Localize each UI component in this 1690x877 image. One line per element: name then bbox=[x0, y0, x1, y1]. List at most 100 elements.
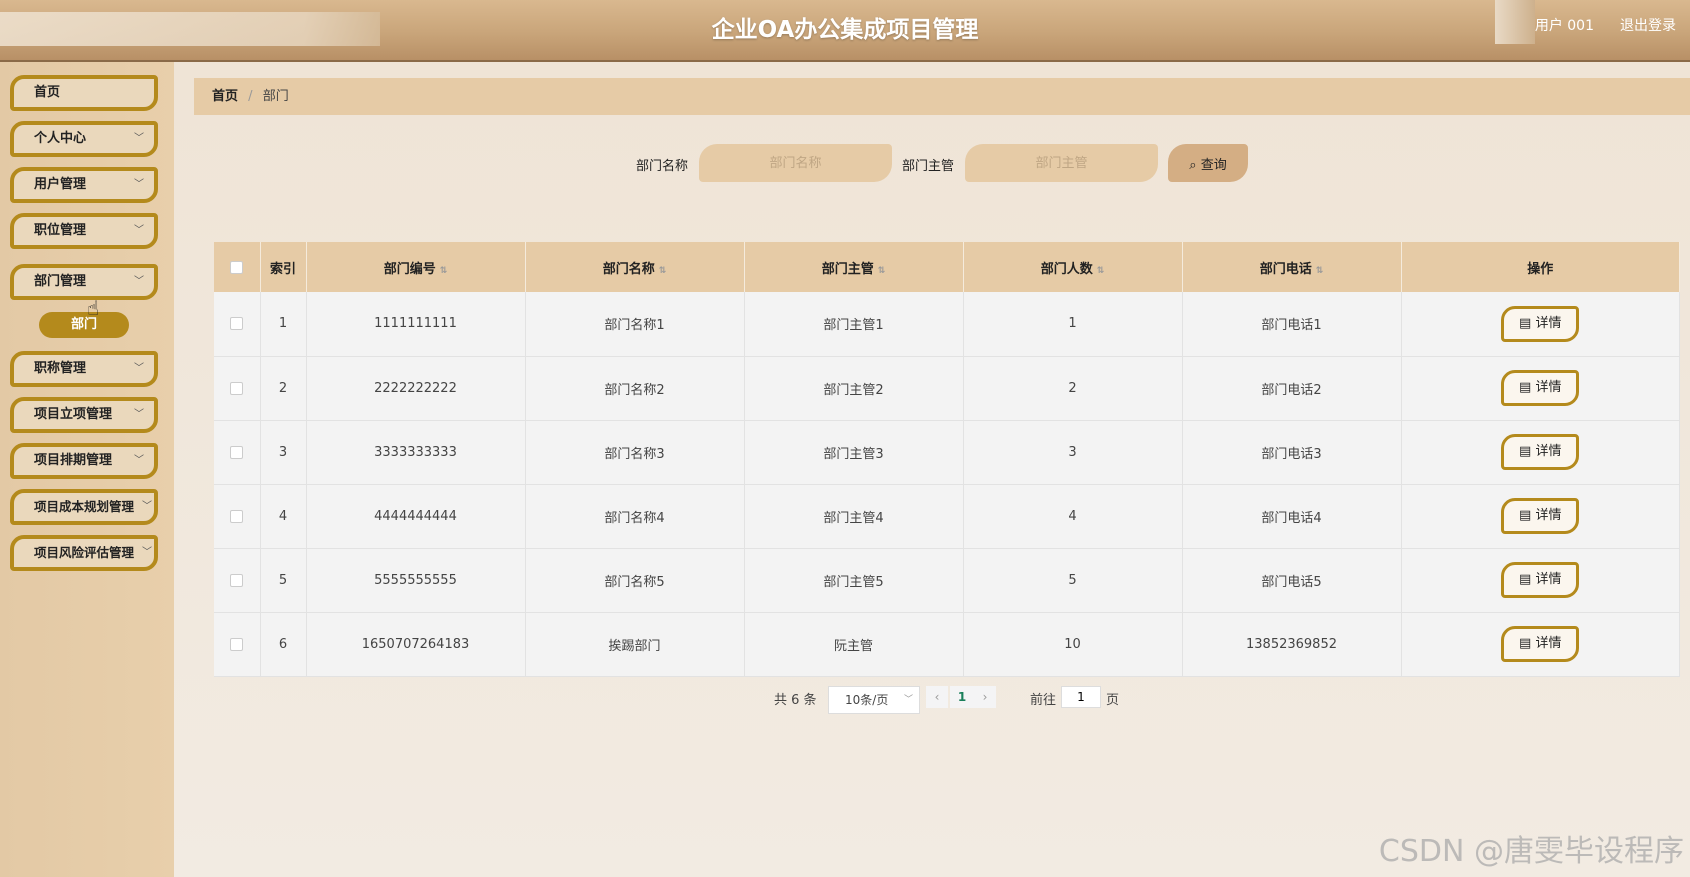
cell-manager: 部门主管2 bbox=[744, 356, 964, 421]
sidebar-item-user-management[interactable]: 用户管理 ﹀ bbox=[10, 167, 158, 203]
sidebar-item-project-scheduling[interactable]: 项目排期管理 ﹀ bbox=[10, 443, 158, 479]
sidebar-subitem-department[interactable]: 部门 bbox=[39, 312, 129, 338]
row-select-cell bbox=[214, 612, 261, 677]
top-header: 企业OA办公集成项目管理 用户 001 退出登录 bbox=[0, 0, 1690, 62]
cell-code: 2222222222 bbox=[306, 356, 526, 421]
prev-page-button[interactable]: ‹ bbox=[926, 686, 948, 708]
table-header-row: 索引 部门编号 ⇅ 部门名称 ⇅ 部门主管 ⇅ 部门人数 ⇅ 部门电话 ⇅ 操作 bbox=[214, 242, 1680, 292]
pointer-hand-icon: ☝ bbox=[87, 296, 100, 320]
select-all-checkbox[interactable] bbox=[230, 260, 244, 274]
sidebar-item-label: 首页 bbox=[34, 85, 61, 100]
row-checkbox[interactable] bbox=[230, 509, 244, 523]
cell-count: 2 bbox=[963, 356, 1183, 421]
row-checkbox[interactable] bbox=[230, 317, 244, 331]
sidebar-item-project-cost[interactable]: 项目成本规划管理 ﹀ bbox=[10, 489, 158, 525]
cell-phone: 部门电话4 bbox=[1182, 484, 1402, 549]
detail-button[interactable]: ▤ 详情 bbox=[1501, 434, 1580, 470]
cell-actions: ▤ 详情 bbox=[1401, 548, 1680, 613]
cell-name: 挨踢部门 bbox=[525, 612, 745, 677]
chevron-down-icon: ﹀ bbox=[903, 695, 913, 705]
watermark: CSDN @唐雯毕设程序 bbox=[1378, 834, 1684, 869]
table-row: 2 2222222222 部门名称2 部门主管2 2 部门电话2 ▤ 详情 bbox=[214, 356, 1680, 421]
table-row: 1 1111111111 部门名称1 部门主管1 1 部门电话1 ▤ 详情 bbox=[214, 292, 1680, 357]
sidebar-item-position-management[interactable]: 职位管理 ﹀ bbox=[10, 213, 158, 249]
sidebar-item-label: 用户管理 bbox=[34, 177, 87, 192]
chevron-down-icon: ﹀ bbox=[134, 133, 144, 144]
page-number-1[interactable]: 1 bbox=[950, 686, 974, 708]
cell-manager: 部门主管1 bbox=[744, 292, 964, 357]
sidebar: 首页 个人中心 ﹀ 用户管理 ﹀ 职位管理 ﹀ 部门管理 ﹀ 部门 职称管理 ﹀… bbox=[0, 62, 174, 877]
current-user: 用户 001 bbox=[1534, 18, 1594, 34]
row-checkbox[interactable] bbox=[230, 573, 244, 587]
department-table: 索引 部门编号 ⇅ 部门名称 ⇅ 部门主管 ⇅ 部门人数 ⇅ 部门电话 ⇅ 操作 1 1 1… bbox=[214, 242, 1680, 677]
sidebar-item-title-management[interactable]: 职称管理 ﹀ bbox=[10, 351, 158, 387]
cell-name: 部门名称2 bbox=[525, 356, 745, 421]
app-title: 企业OA办公集成项目管理 bbox=[711, 17, 979, 43]
chevron-down-icon: ﹀ bbox=[142, 547, 152, 558]
table-row: 6 1650707264183 挨踢部门 阮主管 10 13852369852 … bbox=[214, 612, 1680, 677]
table-row: 5 5555555555 部门名称5 部门主管5 5 部门电话5 ▤ 详情 bbox=[214, 548, 1680, 613]
cell-phone: 部门电话2 bbox=[1182, 356, 1402, 421]
detail-button[interactable]: ▤ 详情 bbox=[1501, 370, 1580, 406]
column-header-phone[interactable]: 部门电话 ⇅ bbox=[1182, 242, 1402, 292]
logout-link[interactable]: 退出登录 bbox=[1620, 15, 1676, 35]
column-header-manager[interactable]: 部门主管 ⇅ bbox=[744, 242, 964, 292]
row-select-cell bbox=[214, 484, 261, 549]
cell-index: 3 bbox=[260, 420, 307, 485]
pagination-total: 共 6 条 bbox=[774, 693, 817, 708]
sidebar-item-label: 职位管理 bbox=[34, 223, 87, 238]
document-icon: ▤ bbox=[1519, 572, 1536, 587]
cell-count: 10 bbox=[963, 612, 1183, 677]
row-checkbox[interactable] bbox=[230, 445, 244, 459]
page-size-select[interactable]: 10条/页 ﹀ bbox=[828, 686, 920, 714]
sidebar-item-department-management[interactable]: 部门管理 ﹀ bbox=[10, 264, 158, 300]
column-header-count[interactable]: 部门人数 ⇅ bbox=[963, 242, 1183, 292]
sidebar-item-label: 项目排期管理 bbox=[34, 453, 113, 468]
cell-code: 4444444444 bbox=[306, 484, 526, 549]
search-button[interactable]: ⌕ 查询 bbox=[1168, 144, 1248, 182]
detail-button[interactable]: ▤ 详情 bbox=[1501, 498, 1580, 534]
cell-code: 5555555555 bbox=[306, 548, 526, 613]
detail-button[interactable]: ▤ 详情 bbox=[1501, 562, 1580, 598]
chevron-down-icon: ﹀ bbox=[134, 225, 144, 236]
cell-code: 3333333333 bbox=[306, 420, 526, 485]
column-header-code[interactable]: 部门编号 ⇅ bbox=[306, 242, 526, 292]
goto-page-input[interactable] bbox=[1061, 686, 1101, 708]
cell-index: 1 bbox=[260, 292, 307, 357]
cell-count: 1 bbox=[963, 292, 1183, 357]
sidebar-item-label: 项目立项管理 bbox=[34, 407, 113, 422]
cell-actions: ▤ 详情 bbox=[1401, 612, 1680, 677]
column-header-actions: 操作 bbox=[1401, 242, 1680, 292]
detail-button[interactable]: ▤ 详情 bbox=[1501, 626, 1580, 662]
document-icon: ▤ bbox=[1519, 508, 1536, 523]
sort-icon[interactable]: ⇅ bbox=[1097, 266, 1105, 276]
sidebar-item-project-initiation[interactable]: 项目立项管理 ﹀ bbox=[10, 397, 158, 433]
sort-icon[interactable]: ⇅ bbox=[878, 266, 886, 276]
sidebar-item-home[interactable]: 首页 bbox=[10, 75, 158, 111]
cell-index: 6 bbox=[260, 612, 307, 677]
cell-count: 3 bbox=[963, 420, 1183, 485]
department-manager-input[interactable] bbox=[965, 144, 1158, 182]
sort-icon[interactable]: ⇅ bbox=[1316, 266, 1324, 276]
detail-button[interactable]: ▤ 详情 bbox=[1501, 305, 1580, 342]
sort-icon[interactable]: ⇅ bbox=[659, 266, 667, 276]
department-name-input[interactable] bbox=[699, 144, 892, 182]
next-page-button[interactable]: › bbox=[974, 686, 996, 708]
sidebar-item-personal-center[interactable]: 个人中心 ﹀ bbox=[10, 121, 158, 157]
sidebar-item-label: 个人中心 bbox=[34, 131, 87, 146]
chevron-down-icon: ﹀ bbox=[142, 501, 152, 512]
cell-actions: ▤ 详情 bbox=[1401, 356, 1680, 421]
sort-icon[interactable]: ⇅ bbox=[440, 266, 448, 276]
column-header-name[interactable]: 部门名称 ⇅ bbox=[525, 242, 745, 292]
row-checkbox[interactable] bbox=[230, 381, 244, 395]
sidebar-item-project-risk[interactable]: 项目风险评估管理 ﹀ bbox=[10, 535, 158, 571]
row-checkbox[interactable] bbox=[230, 637, 244, 651]
sidebar-item-label: 项目风险评估管理 bbox=[34, 545, 135, 560]
cell-name: 部门名称5 bbox=[525, 548, 745, 613]
cell-phone: 部门电话1 bbox=[1182, 292, 1402, 357]
breadcrumb: 首页 / 部门 bbox=[194, 78, 1690, 115]
breadcrumb-home[interactable]: 首页 bbox=[212, 89, 238, 104]
chevron-down-icon: ﹀ bbox=[134, 179, 144, 190]
chevron-down-icon: ﹀ bbox=[134, 409, 144, 420]
main-content: 首页 / 部门 部门名称 部门主管 ⌕ 查询 索引 部门编号⇅ 部门名称⇅ 部门… bbox=[174, 62, 1690, 877]
